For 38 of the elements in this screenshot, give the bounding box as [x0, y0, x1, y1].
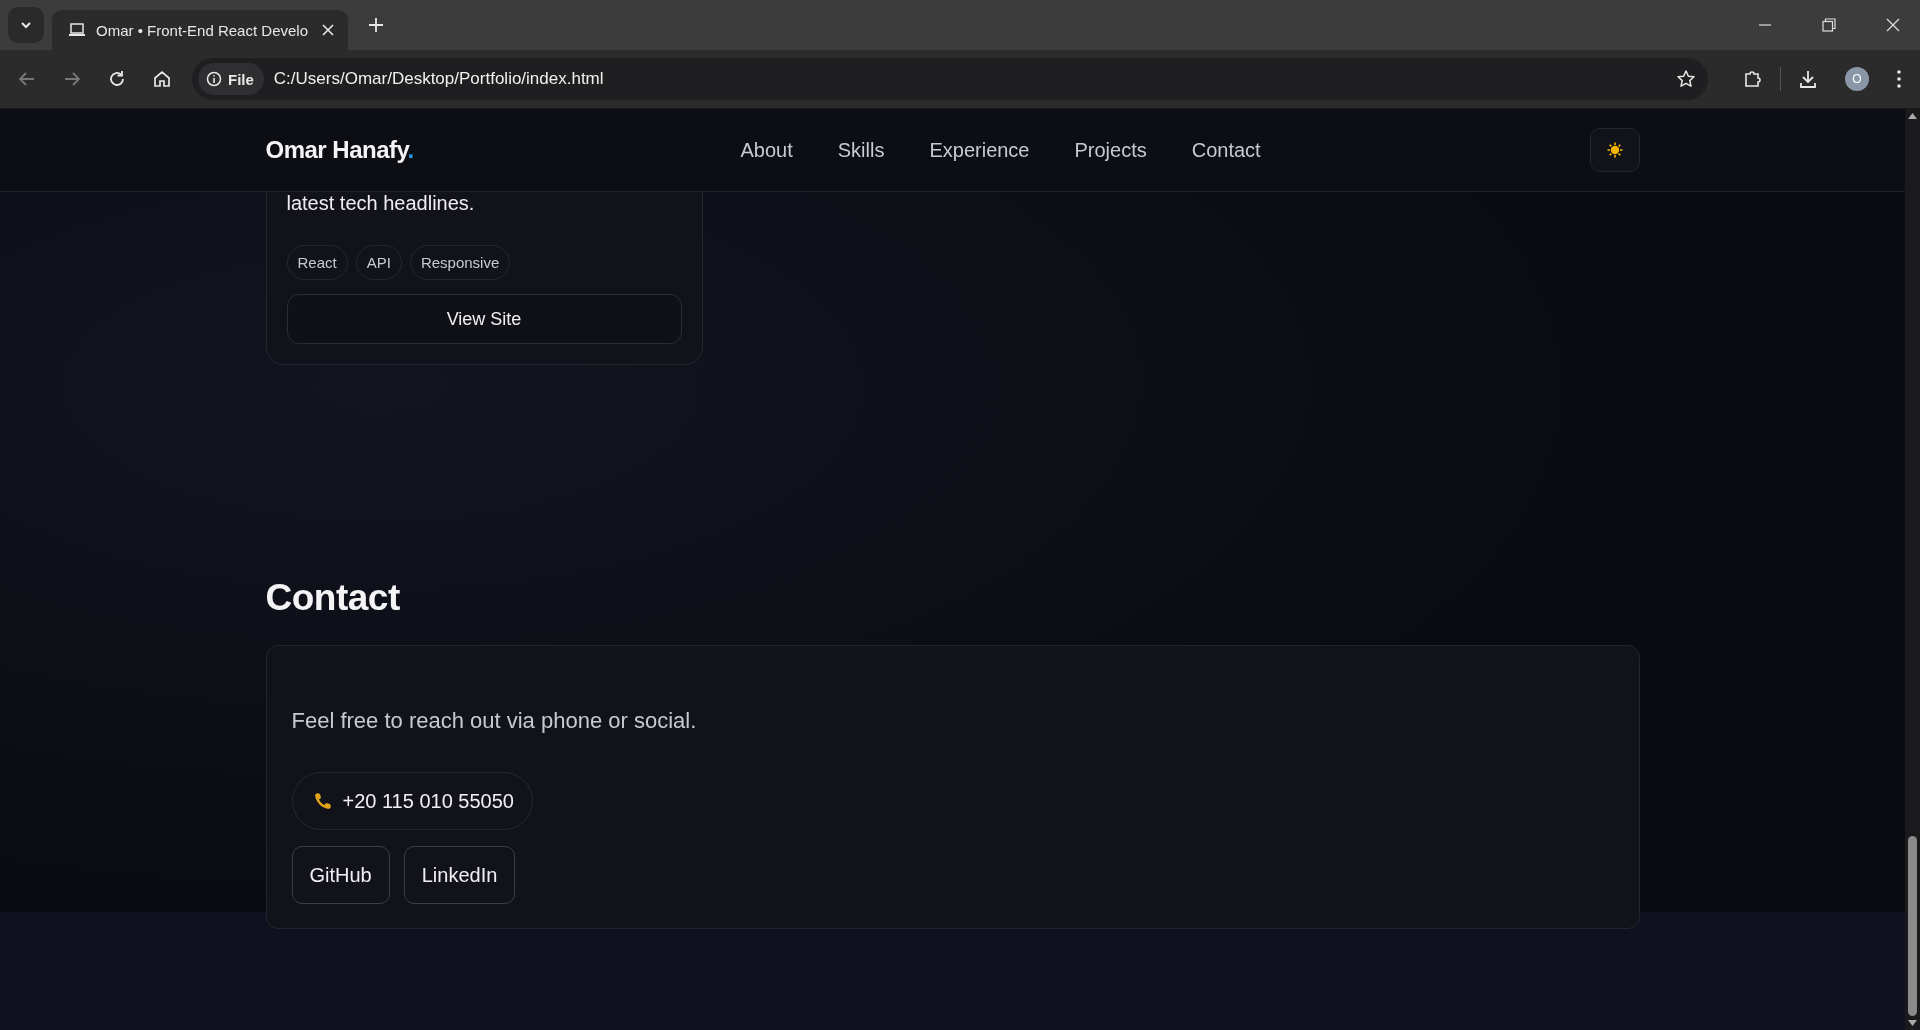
section-heading: Contact	[265, 577, 401, 620]
site-logo[interactable]: Omar Hanafy.	[265, 136, 741, 164]
scroll-up-icon[interactable]	[1908, 113, 1917, 119]
contact-text: Feel free to reach out via phone or social.	[291, 708, 697, 734]
close-icon[interactable]	[322, 24, 334, 36]
nav-link[interactable]: Projects	[1074, 138, 1147, 162]
new-tab-icon[interactable]	[368, 17, 384, 33]
project-description: latest tech headlines.	[286, 192, 476, 215]
scrollbar-thumb[interactable]	[1908, 836, 1917, 1016]
reload-icon[interactable]	[108, 70, 126, 88]
info-icon	[206, 71, 222, 87]
address-bar[interactable]: File C:/Users/Omar/Desktop/Portfolio/index.html	[192, 58, 1708, 100]
forward-icon[interactable]	[63, 70, 81, 88]
home-icon[interactable]	[153, 70, 171, 88]
tab-title: Omar • Front-End React Develo	[96, 21, 309, 39]
star-icon[interactable]	[1676, 69, 1696, 89]
url-text: C:/Users/Omar/Desktop/Portfolio/index.html	[273, 69, 605, 89]
nav-link[interactable]: Experience	[929, 138, 1030, 162]
theme-toggle-button[interactable]	[1589, 128, 1640, 172]
nav-link[interactable]: Contact	[1191, 138, 1261, 162]
back-icon[interactable]	[18, 70, 36, 88]
social-link[interactable]: GitHub	[291, 846, 390, 904]
puzzle-icon[interactable]	[1743, 69, 1763, 89]
nav-link[interactable]: Skills	[837, 138, 885, 162]
scrollbar[interactable]	[1905, 109, 1920, 1030]
phone-icon	[312, 791, 333, 811]
sun-icon	[1606, 142, 1623, 158]
browser-tab[interactable]: Omar • Front-End React Develo	[52, 10, 348, 50]
restore-icon[interactable]	[1822, 18, 1836, 32]
view-site-button[interactable]: View Site	[286, 294, 682, 344]
nav-link[interactable]: About	[740, 138, 793, 162]
social-link[interactable]: LinkedIn	[403, 846, 516, 904]
download-icon[interactable]	[1798, 69, 1818, 89]
scroll-down-icon[interactable]	[1908, 1020, 1917, 1026]
site-info-chip[interactable]: File	[198, 63, 264, 95]
laptop-icon	[68, 23, 86, 37]
menu-icon[interactable]	[1896, 69, 1902, 89]
close-icon[interactable]	[1886, 18, 1900, 32]
